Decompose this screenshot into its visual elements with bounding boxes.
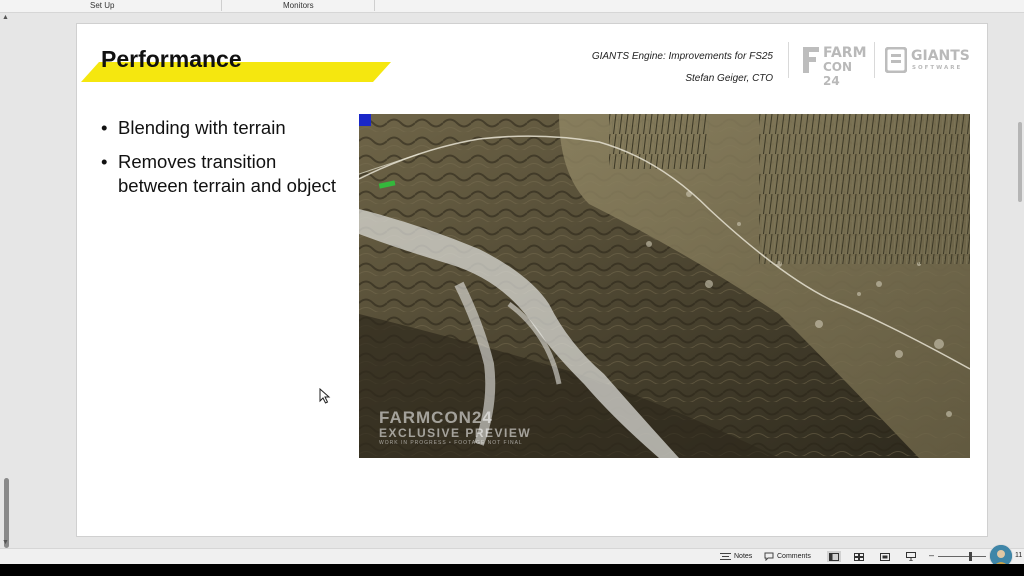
- reading-view-icon: [880, 552, 890, 561]
- terrain-video[interactable]: FARMCON24 EXCLUSIVE PREVIEW WORK IN PROG…: [359, 114, 970, 458]
- slide-pane-scrollbar[interactable]: ▲ ▼: [1, 12, 11, 550]
- bullet-dot-icon: •: [101, 117, 108, 138]
- farmcon-logo: FARM CON 24: [801, 44, 867, 88]
- tab-separator: [374, 0, 375, 11]
- giants-logo: GIANTS SOFTWARE: [885, 44, 971, 76]
- slide-sorter-icon: [854, 552, 864, 561]
- header-divider: [874, 42, 875, 78]
- bullet-list: • Blending with terrain • Removes transiti…: [99, 116, 339, 208]
- zoom-slider-thumb[interactable]: [969, 552, 972, 561]
- bullet-item: • Removes transition between terrain and …: [99, 150, 339, 199]
- notes-icon: [720, 553, 731, 560]
- farmcon-logo-line2: CON 24: [823, 60, 853, 88]
- giants-logo-name: GIANTS: [911, 48, 970, 64]
- tab-separator: [221, 0, 222, 11]
- video-watermark: FARMCON24 EXCLUSIVE PREVIEW WORK IN PROG…: [379, 408, 531, 446]
- farmcon-mark-icon: [803, 47, 819, 73]
- bullet-text: Removes transition between terrain and o…: [118, 150, 337, 197]
- giants-mark-icon: [885, 47, 907, 73]
- slide-show-icon: [906, 552, 916, 561]
- header-speaker: Stefan Geiger, CTO: [685, 73, 773, 84]
- zoom-level[interactable]: 11: [1015, 552, 1022, 559]
- normal-view-button[interactable]: [827, 551, 841, 562]
- header-talk-title: GIANTS Engine: Improvements for FS25: [591, 51, 773, 62]
- notes-label: Notes: [734, 552, 753, 560]
- comments-button[interactable]: Comments: [764, 552, 811, 561]
- scrollbar-thumb[interactable]: [1018, 122, 1022, 202]
- slide-title: Performance: [101, 46, 242, 72]
- slide-header-text: GIANTS Engine: Improvements for FS25 Ste…: [592, 46, 773, 90]
- scrollbar-thumb[interactable]: [4, 478, 9, 548]
- slide-show-button[interactable]: [904, 551, 918, 562]
- tab-set-up[interactable]: Set Up: [90, 1, 114, 10]
- terrain-scene-image: [359, 114, 970, 458]
- header-divider: [788, 42, 789, 78]
- bullet-dot-icon: •: [101, 150, 108, 172]
- editor-gizmo-marker: [359, 114, 371, 126]
- top-tab-strip: Set Up Monitors: [0, 0, 1024, 13]
- zoom-slider-track[interactable]: [938, 556, 986, 557]
- slide-canvas[interactable]: Performance GIANTS Engine: Improvements …: [76, 23, 988, 537]
- mouse-pointer-icon: [319, 388, 331, 404]
- giants-logo-sub: SOFTWARE: [912, 65, 963, 71]
- watermark-line2: EXCLUSIVE PREVIEW: [379, 426, 532, 440]
- notes-button[interactable]: Notes: [720, 552, 752, 560]
- watermark-line1: FARMCON24: [379, 408, 493, 427]
- comments-icon: [764, 552, 774, 561]
- status-bar: Notes Comments – + 11: [0, 548, 1024, 565]
- scroll-down-arrow-icon[interactable]: ▼: [2, 539, 9, 546]
- watermark-line3: WORK IN PROGRESS • FOOTAGE NOT FINAL: [379, 440, 523, 446]
- tab-monitors[interactable]: Monitors: [283, 1, 314, 10]
- zoom-out-button[interactable]: –: [929, 550, 934, 560]
- reading-view-button[interactable]: [878, 551, 892, 562]
- editor-scrollbar[interactable]: [1016, 12, 1024, 550]
- slide-sorter-button[interactable]: [852, 551, 866, 562]
- comments-label: Comments: [777, 553, 811, 560]
- scroll-up-arrow-icon[interactable]: ▲: [2, 14, 9, 21]
- normal-view-icon: [829, 552, 839, 561]
- bullet-text: Blending with terrain: [118, 117, 286, 138]
- bullet-item: • Blending with terrain: [99, 116, 339, 141]
- os-taskbar: [0, 564, 1024, 576]
- farmcon-logo-line1: FARM: [823, 45, 867, 61]
